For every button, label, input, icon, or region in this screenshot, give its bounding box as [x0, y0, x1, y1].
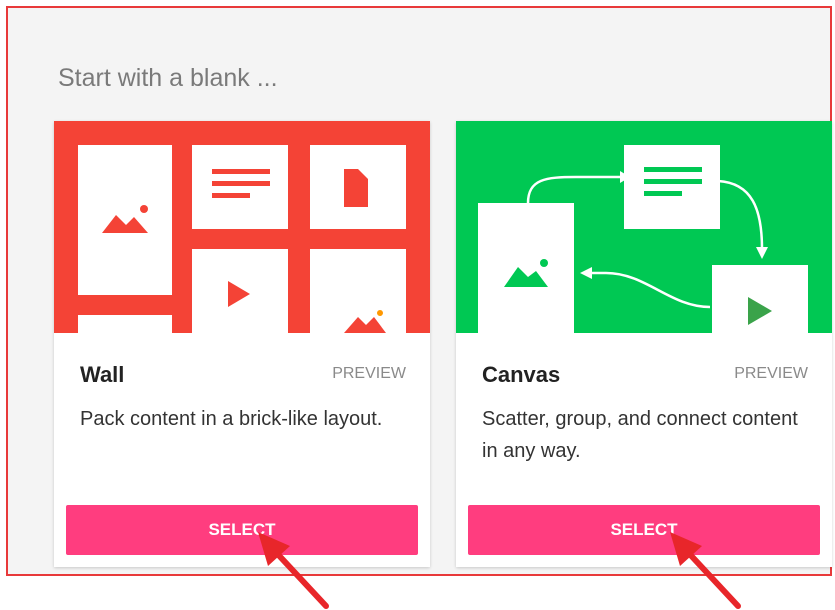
canvas-card[interactable]: Canvas PREVIEW Scatter, group, and conne… [456, 121, 832, 567]
select-canvas-button[interactable]: SELECT [468, 505, 820, 555]
wall-card[interactable]: Wall PREVIEW Pack content in a brick-lik… [54, 121, 430, 567]
card-title: Wall [80, 362, 125, 387]
canvas-art-svg [456, 121, 832, 333]
section-heading: Start with a blank ... [58, 64, 278, 92]
canvas-illustration [456, 121, 832, 333]
wall-art-svg [54, 121, 430, 333]
card-title: Canvas [482, 362, 561, 387]
select-wall-button[interactable]: SELECT [66, 505, 418, 555]
layout-chooser-panel: Start with a blank ... Wall PREVIEW Pack… [6, 6, 832, 576]
preview-link[interactable]: PREVIEW [734, 365, 808, 383]
preview-link[interactable]: PREVIEW [332, 365, 406, 383]
card-description: Scatter, group, and connect content in a… [482, 408, 798, 462]
wall-illustration [54, 121, 430, 333]
card-description: Pack content in a brick-like layout. [80, 408, 383, 430]
